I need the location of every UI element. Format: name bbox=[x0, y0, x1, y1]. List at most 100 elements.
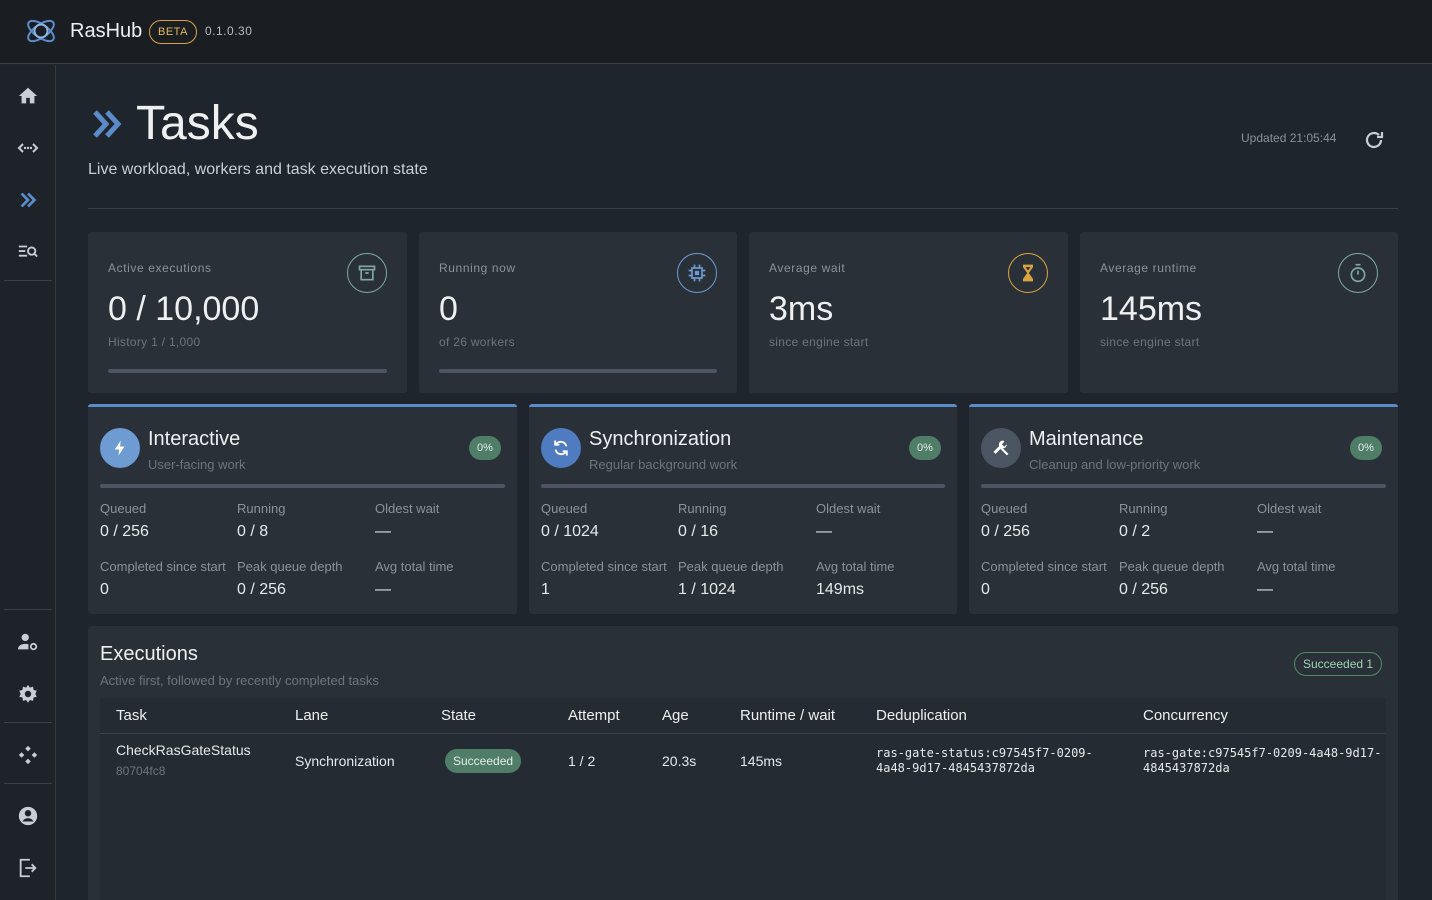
lane-name: Interactive bbox=[148, 428, 241, 450]
lane-description: User-facing work bbox=[148, 457, 246, 472]
metric-value: 1 / 1024 bbox=[678, 581, 736, 598]
succeeded-filter-badge[interactable]: Succeeded 1 bbox=[1294, 652, 1383, 676]
executions-table: Task Lane State Attempt Age Runtime / wa… bbox=[100, 698, 1386, 900]
column-header-task[interactable]: Task bbox=[116, 707, 147, 724]
metric-label: Peak queue depth bbox=[237, 559, 343, 574]
metric-label: Queued bbox=[541, 501, 588, 516]
stat-card-running-now: Running now 0 of 26 workers bbox=[419, 232, 737, 393]
metric-value: — bbox=[1257, 523, 1273, 540]
column-header-concurrency[interactable]: Concurrency bbox=[1143, 707, 1228, 724]
refresh-icon bbox=[1365, 131, 1384, 149]
metric-label: Avg total time bbox=[375, 559, 454, 574]
task-id: 80704fc8 bbox=[116, 764, 166, 778]
metric-value: 0 bbox=[100, 581, 109, 598]
sidebar-divider bbox=[4, 783, 52, 784]
lane-percent-badge: 0% bbox=[1350, 436, 1382, 460]
column-header-lane[interactable]: Lane bbox=[295, 707, 328, 724]
metric-label: Avg total time bbox=[1257, 559, 1336, 574]
metric-label: Running bbox=[1119, 501, 1168, 516]
metric-value: — bbox=[1257, 581, 1273, 598]
code-arrows-icon bbox=[17, 143, 39, 153]
lane-card-maintenance: Maintenance Cleanup and low-priority wor… bbox=[969, 404, 1398, 614]
stat-card-average-wait: Average wait 3ms since engine start bbox=[749, 232, 1068, 393]
metric-label: Peak queue depth bbox=[678, 559, 784, 574]
rashub-logo-icon[interactable] bbox=[24, 14, 58, 48]
stat-label: Running now bbox=[439, 261, 516, 275]
stat-icon-wrap bbox=[1338, 253, 1378, 293]
stat-sub: since engine start bbox=[1100, 335, 1200, 349]
nav-account[interactable] bbox=[16, 804, 40, 828]
account-icon bbox=[18, 806, 38, 826]
lane-name: Synchronization bbox=[589, 428, 732, 450]
stat-sub: since engine start bbox=[769, 335, 869, 349]
nav-settings[interactable] bbox=[16, 682, 40, 706]
lane-icon-wrap bbox=[100, 428, 140, 468]
network-icon bbox=[18, 745, 38, 765]
lane-icon-wrap bbox=[541, 428, 581, 468]
logout-icon bbox=[19, 858, 37, 878]
state-badge: Succeeded bbox=[445, 749, 522, 773]
lane-description: Regular background work bbox=[589, 457, 738, 472]
sidebar bbox=[0, 65, 56, 900]
hourglass-icon bbox=[1023, 264, 1033, 282]
page-subtitle: Live workload, workers and task executio… bbox=[88, 161, 428, 178]
stat-progress-bar bbox=[108, 369, 387, 373]
executions-title: Executions bbox=[100, 643, 198, 665]
column-header-state[interactable]: State bbox=[441, 707, 476, 724]
column-header-age[interactable]: Age bbox=[662, 707, 689, 724]
sidebar-divider bbox=[4, 722, 52, 723]
column-header-runtime[interactable]: Runtime / wait bbox=[740, 707, 835, 724]
metric-value: — bbox=[375, 581, 391, 598]
metric-label: Queued bbox=[981, 501, 1028, 516]
lane-progress-bar bbox=[541, 484, 945, 488]
page-title: Tasks bbox=[136, 97, 259, 150]
metric-value: 1 bbox=[541, 581, 550, 598]
app-name[interactable]: RasHub bbox=[70, 20, 142, 43]
task-attempt: 1 / 2 bbox=[568, 753, 596, 769]
nav-tasks[interactable] bbox=[16, 188, 40, 212]
double-chevron-icon bbox=[20, 192, 37, 208]
metric-value: 0 / 1024 bbox=[541, 523, 599, 540]
stat-card-average-runtime: Average runtime 145ms since engine start bbox=[1080, 232, 1398, 393]
metric-value: 0 / 256 bbox=[237, 581, 286, 598]
task-age: 20.3s bbox=[662, 753, 697, 769]
stat-icon-wrap bbox=[347, 253, 387, 293]
nav-user-settings[interactable] bbox=[16, 630, 40, 654]
nav-api[interactable] bbox=[16, 136, 40, 160]
nav-logs[interactable] bbox=[16, 240, 40, 264]
stat-icon-wrap bbox=[1008, 253, 1048, 293]
executions-panel: Executions Active first, followed by rec… bbox=[88, 626, 1398, 900]
column-header-attempt[interactable]: Attempt bbox=[568, 707, 620, 724]
archive-icon bbox=[358, 265, 376, 281]
beta-badge: BETA bbox=[149, 20, 197, 44]
stat-card-active-executions: Active executions 0 / 10,000 History 1 /… bbox=[88, 232, 407, 393]
metric-value: 0 / 2 bbox=[1119, 523, 1151, 540]
metric-value: 0 / 256 bbox=[1119, 581, 1168, 598]
metric-label: Queued bbox=[100, 501, 147, 516]
lane-description: Cleanup and low-priority work bbox=[1029, 457, 1201, 472]
metric-value: — bbox=[816, 523, 832, 540]
task-runtime: 145ms bbox=[740, 753, 783, 769]
user-settings-icon bbox=[17, 633, 38, 651]
metric-label: Completed since start bbox=[981, 559, 1107, 574]
lane-name: Maintenance bbox=[1029, 428, 1144, 450]
executions-subtitle: Active first, followed by recently compl… bbox=[100, 673, 379, 688]
stat-sub: of 26 workers bbox=[439, 335, 515, 349]
stopwatch-icon bbox=[1350, 263, 1366, 283]
nav-network[interactable] bbox=[16, 743, 40, 767]
metric-label: Peak queue depth bbox=[1119, 559, 1225, 574]
page-title-icon bbox=[93, 110, 122, 138]
column-header-deduplication[interactable]: Deduplication bbox=[876, 707, 967, 724]
table-header-divider bbox=[100, 733, 1386, 734]
refresh-button[interactable] bbox=[1362, 128, 1386, 152]
metric-value: 0 / 8 bbox=[237, 523, 269, 540]
stat-value: 145ms bbox=[1100, 290, 1203, 328]
nav-logout[interactable] bbox=[16, 856, 40, 880]
nav-home[interactable] bbox=[16, 84, 40, 108]
last-updated: Updated 21:05:44 bbox=[1241, 131, 1337, 145]
metric-value: 0 / 256 bbox=[100, 523, 149, 540]
task-name[interactable]: CheckRasGateStatus bbox=[116, 742, 251, 758]
gear-icon bbox=[19, 684, 37, 703]
top-bar: RasHub BETA 0.1.0.30 bbox=[0, 0, 1432, 64]
search-list-icon bbox=[18, 245, 38, 258]
